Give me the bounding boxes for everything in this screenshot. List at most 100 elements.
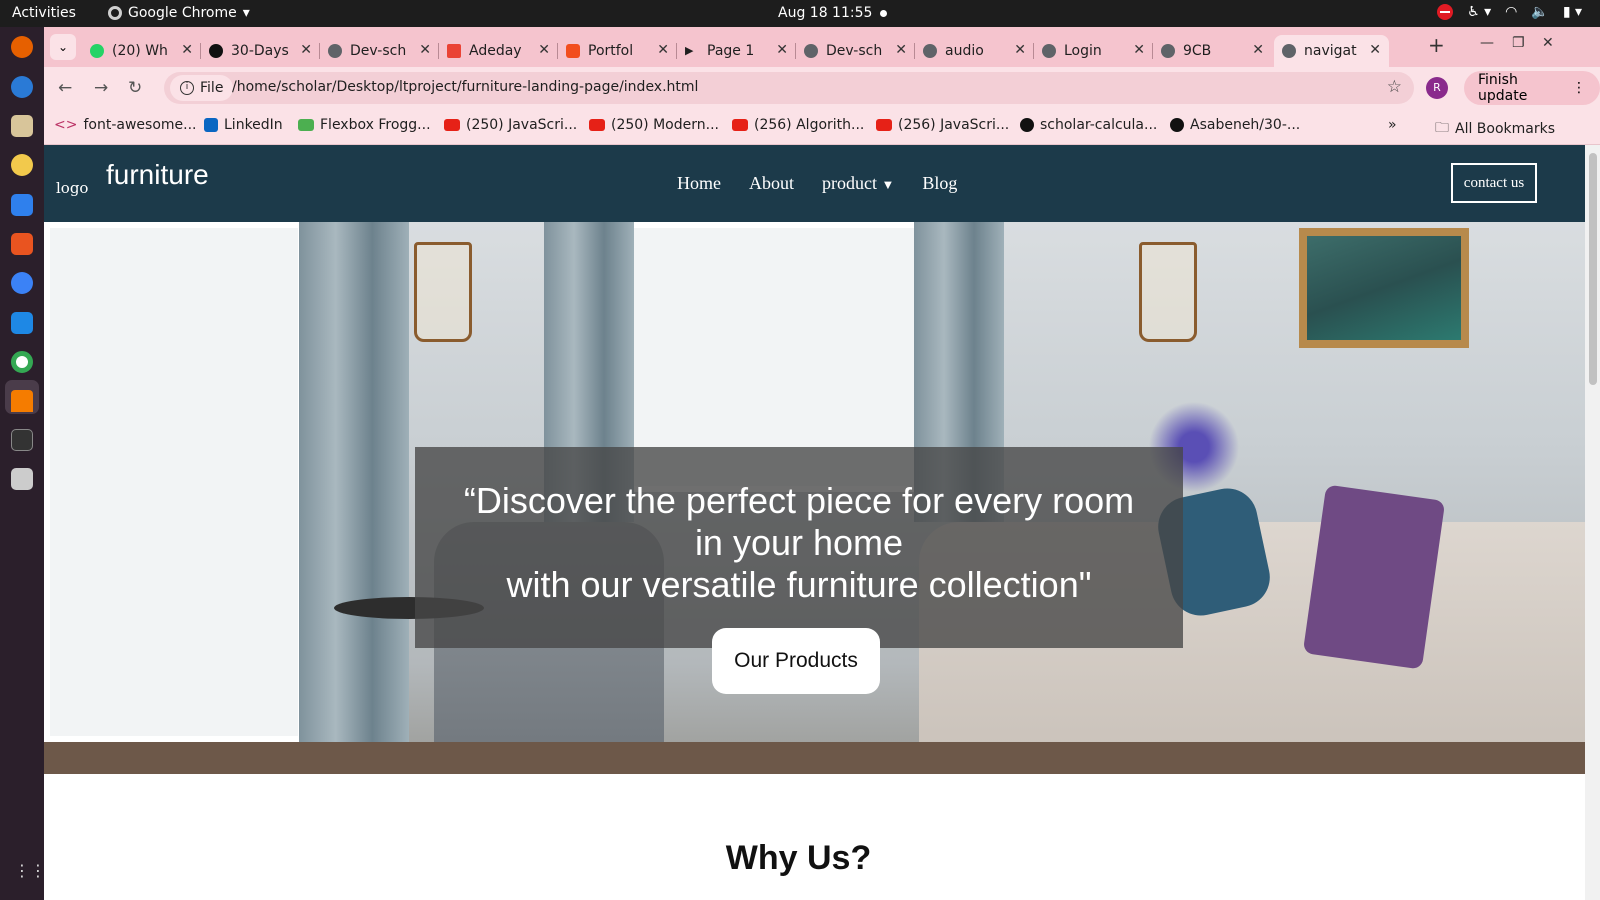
close-icon[interactable]: ✕ [895, 42, 907, 58]
wall-lamp [1139, 242, 1197, 342]
nav-product[interactable]: product ▼ [822, 173, 894, 194]
files-icon[interactable] [11, 115, 33, 137]
bookmarks-overflow-icon[interactable]: » [1388, 117, 1397, 133]
throw-blanket [1302, 484, 1446, 670]
figma-icon [566, 44, 580, 58]
app-menu[interactable]: Google Chrome ▾ [108, 5, 250, 21]
help-icon[interactable] [11, 272, 33, 294]
nav-home[interactable]: Home [677, 173, 721, 194]
site-navbar: logo furniture Home About product ▼ Blog… [44, 145, 1585, 222]
bookmark-item[interactable]: (256) Algorith... [732, 117, 864, 133]
tab-2[interactable]: Dev-sch ✕ [320, 35, 439, 67]
bookmark-item[interactable]: (250) Modern... [589, 117, 719, 133]
linkedin-icon [204, 118, 218, 132]
rhythmbox-icon[interactable] [11, 154, 33, 176]
tab-strip: ⌄ (20) Wh ✕ 30-Days ✕ Dev-sch ✕ Adeday ✕ Por… [44, 27, 1600, 67]
tab-0[interactable]: (20) Wh ✕ [82, 35, 201, 67]
close-icon[interactable]: ✕ [538, 42, 550, 58]
restore-icon[interactable]: ❐ [1512, 35, 1525, 51]
more-vert-icon: ⋮ [1572, 80, 1586, 96]
window-close-icon[interactable]: ✕ [1542, 35, 1554, 51]
tab-search-button[interactable]: ⌄ [50, 34, 76, 60]
youtube-icon [444, 119, 460, 131]
minimize-icon[interactable]: — [1480, 35, 1494, 51]
wall-lamp [414, 242, 472, 342]
reload-icon[interactable]: ↻ [128, 78, 142, 98]
address-bar[interactable]: i File /home/scholar/Desktop/ltproject/f… [164, 72, 1414, 104]
finish-update-button[interactable]: Finish update ⋮ [1464, 71, 1600, 105]
github-icon [209, 44, 223, 58]
close-icon[interactable]: ✕ [657, 42, 669, 58]
our-products-button[interactable]: Our Products [712, 628, 880, 694]
bookmark-item[interactable]: Flexbox Frogg... [298, 117, 431, 133]
tab-5[interactable]: ▶ Page 1 ✕ [677, 35, 796, 67]
tab-1[interactable]: 30-Days ✕ [201, 35, 320, 67]
wall-painting [1299, 228, 1469, 348]
tab-7[interactable]: audio ✕ [915, 35, 1034, 67]
close-icon[interactable]: ✕ [776, 42, 788, 58]
bookmark-item[interactable]: scholar-calcula... [1020, 117, 1157, 133]
close-icon[interactable]: ✕ [181, 42, 193, 58]
clock[interactable]: Aug 18 11:55 [778, 5, 872, 21]
folder-icon: 🗀 [1435, 120, 1449, 136]
bookmark-item[interactable]: <> font-awesome... [54, 117, 196, 133]
scrollbar-thumb[interactable] [1589, 153, 1597, 385]
volume-icon: 🔈 [1531, 4, 1549, 20]
url-text[interactable]: /home/scholar/Desktop/ltproject/furnitur… [232, 79, 698, 95]
tab-9[interactable]: 9CB ✕ [1153, 35, 1272, 67]
close-icon[interactable]: ✕ [300, 42, 312, 58]
close-icon[interactable]: ✕ [419, 42, 431, 58]
gmail-icon [447, 44, 461, 58]
software-icon[interactable] [11, 233, 33, 255]
firefox-icon[interactable] [11, 36, 33, 58]
close-icon[interactable]: ✕ [1133, 42, 1145, 58]
activities-button[interactable]: Activities [12, 5, 76, 21]
close-icon[interactable]: ✕ [1369, 42, 1381, 58]
battery-icon: ▮ ▾ [1562, 4, 1582, 20]
bookmark-item[interactable]: LinkedIn [204, 117, 283, 133]
chrome-dock-icon[interactable] [11, 351, 33, 373]
close-icon[interactable]: ✕ [1014, 42, 1026, 58]
tab-8[interactable]: Login ✕ [1034, 35, 1153, 67]
writer-icon[interactable] [11, 194, 33, 216]
terminal-icon[interactable] [11, 429, 33, 451]
profile-avatar[interactable]: R [1426, 77, 1448, 99]
brand-name[interactable]: furniture [106, 159, 209, 191]
tab-6[interactable]: Dev-sch ✕ [796, 35, 915, 67]
youtube-icon [876, 119, 892, 131]
whatsapp-icon [90, 44, 104, 58]
hero-curtain [299, 222, 409, 742]
app-name: Google Chrome [128, 5, 237, 21]
bookmark-item[interactable]: (250) JavaScri... [444, 117, 577, 133]
page-viewport: logo furniture Home About product ▼ Blog… [44, 145, 1585, 900]
thunderbird-icon[interactable] [11, 76, 33, 98]
logo-image[interactable]: logo [56, 179, 88, 197]
vlc-icon[interactable] [11, 390, 33, 412]
play-icon: ▶ [685, 44, 694, 57]
vscode-icon[interactable] [11, 312, 33, 334]
bookmark-star-icon[interactable]: ☆ [1387, 77, 1402, 97]
bookmark-item[interactable]: (256) JavaScri... [876, 117, 1009, 133]
bookmark-item[interactable]: Asabeneh/30-... [1170, 117, 1300, 133]
system-tray[interactable]: ♿ ▾ ◠ 🔈 ▮ ▾ [1437, 4, 1582, 20]
nav-about[interactable]: About [749, 173, 794, 194]
hero-window [44, 222, 304, 742]
tab-4[interactable]: Portfol ✕ [558, 35, 677, 67]
all-bookmarks[interactable]: 🗀 All Bookmarks [1435, 117, 1555, 141]
back-icon[interactable]: ← [58, 78, 72, 98]
forward-icon[interactable]: → [94, 78, 108, 98]
page-scrollbar[interactable] [1585, 145, 1600, 900]
contact-button[interactable]: contact us [1451, 163, 1537, 203]
close-icon[interactable]: ✕ [1252, 42, 1264, 58]
tab-active[interactable]: navigat ✕ [1274, 35, 1389, 67]
caret-down-icon: ▾ [242, 5, 250, 21]
tab-3[interactable]: Adeday ✕ [439, 35, 558, 67]
new-tab-button[interactable]: + [1428, 33, 1445, 57]
why-us-heading: Why Us? [725, 839, 872, 877]
chrome-icon [108, 6, 122, 20]
nav-blog[interactable]: Blog [922, 173, 957, 194]
system-top-bar: Activities Google Chrome ▾ Aug 18 11:55 … [0, 0, 1600, 27]
accessibility-icon[interactable]: ♿ ▾ [1467, 4, 1491, 20]
screenshot-icon[interactable] [11, 468, 33, 490]
site-info-chip[interactable]: i File [170, 75, 234, 101]
